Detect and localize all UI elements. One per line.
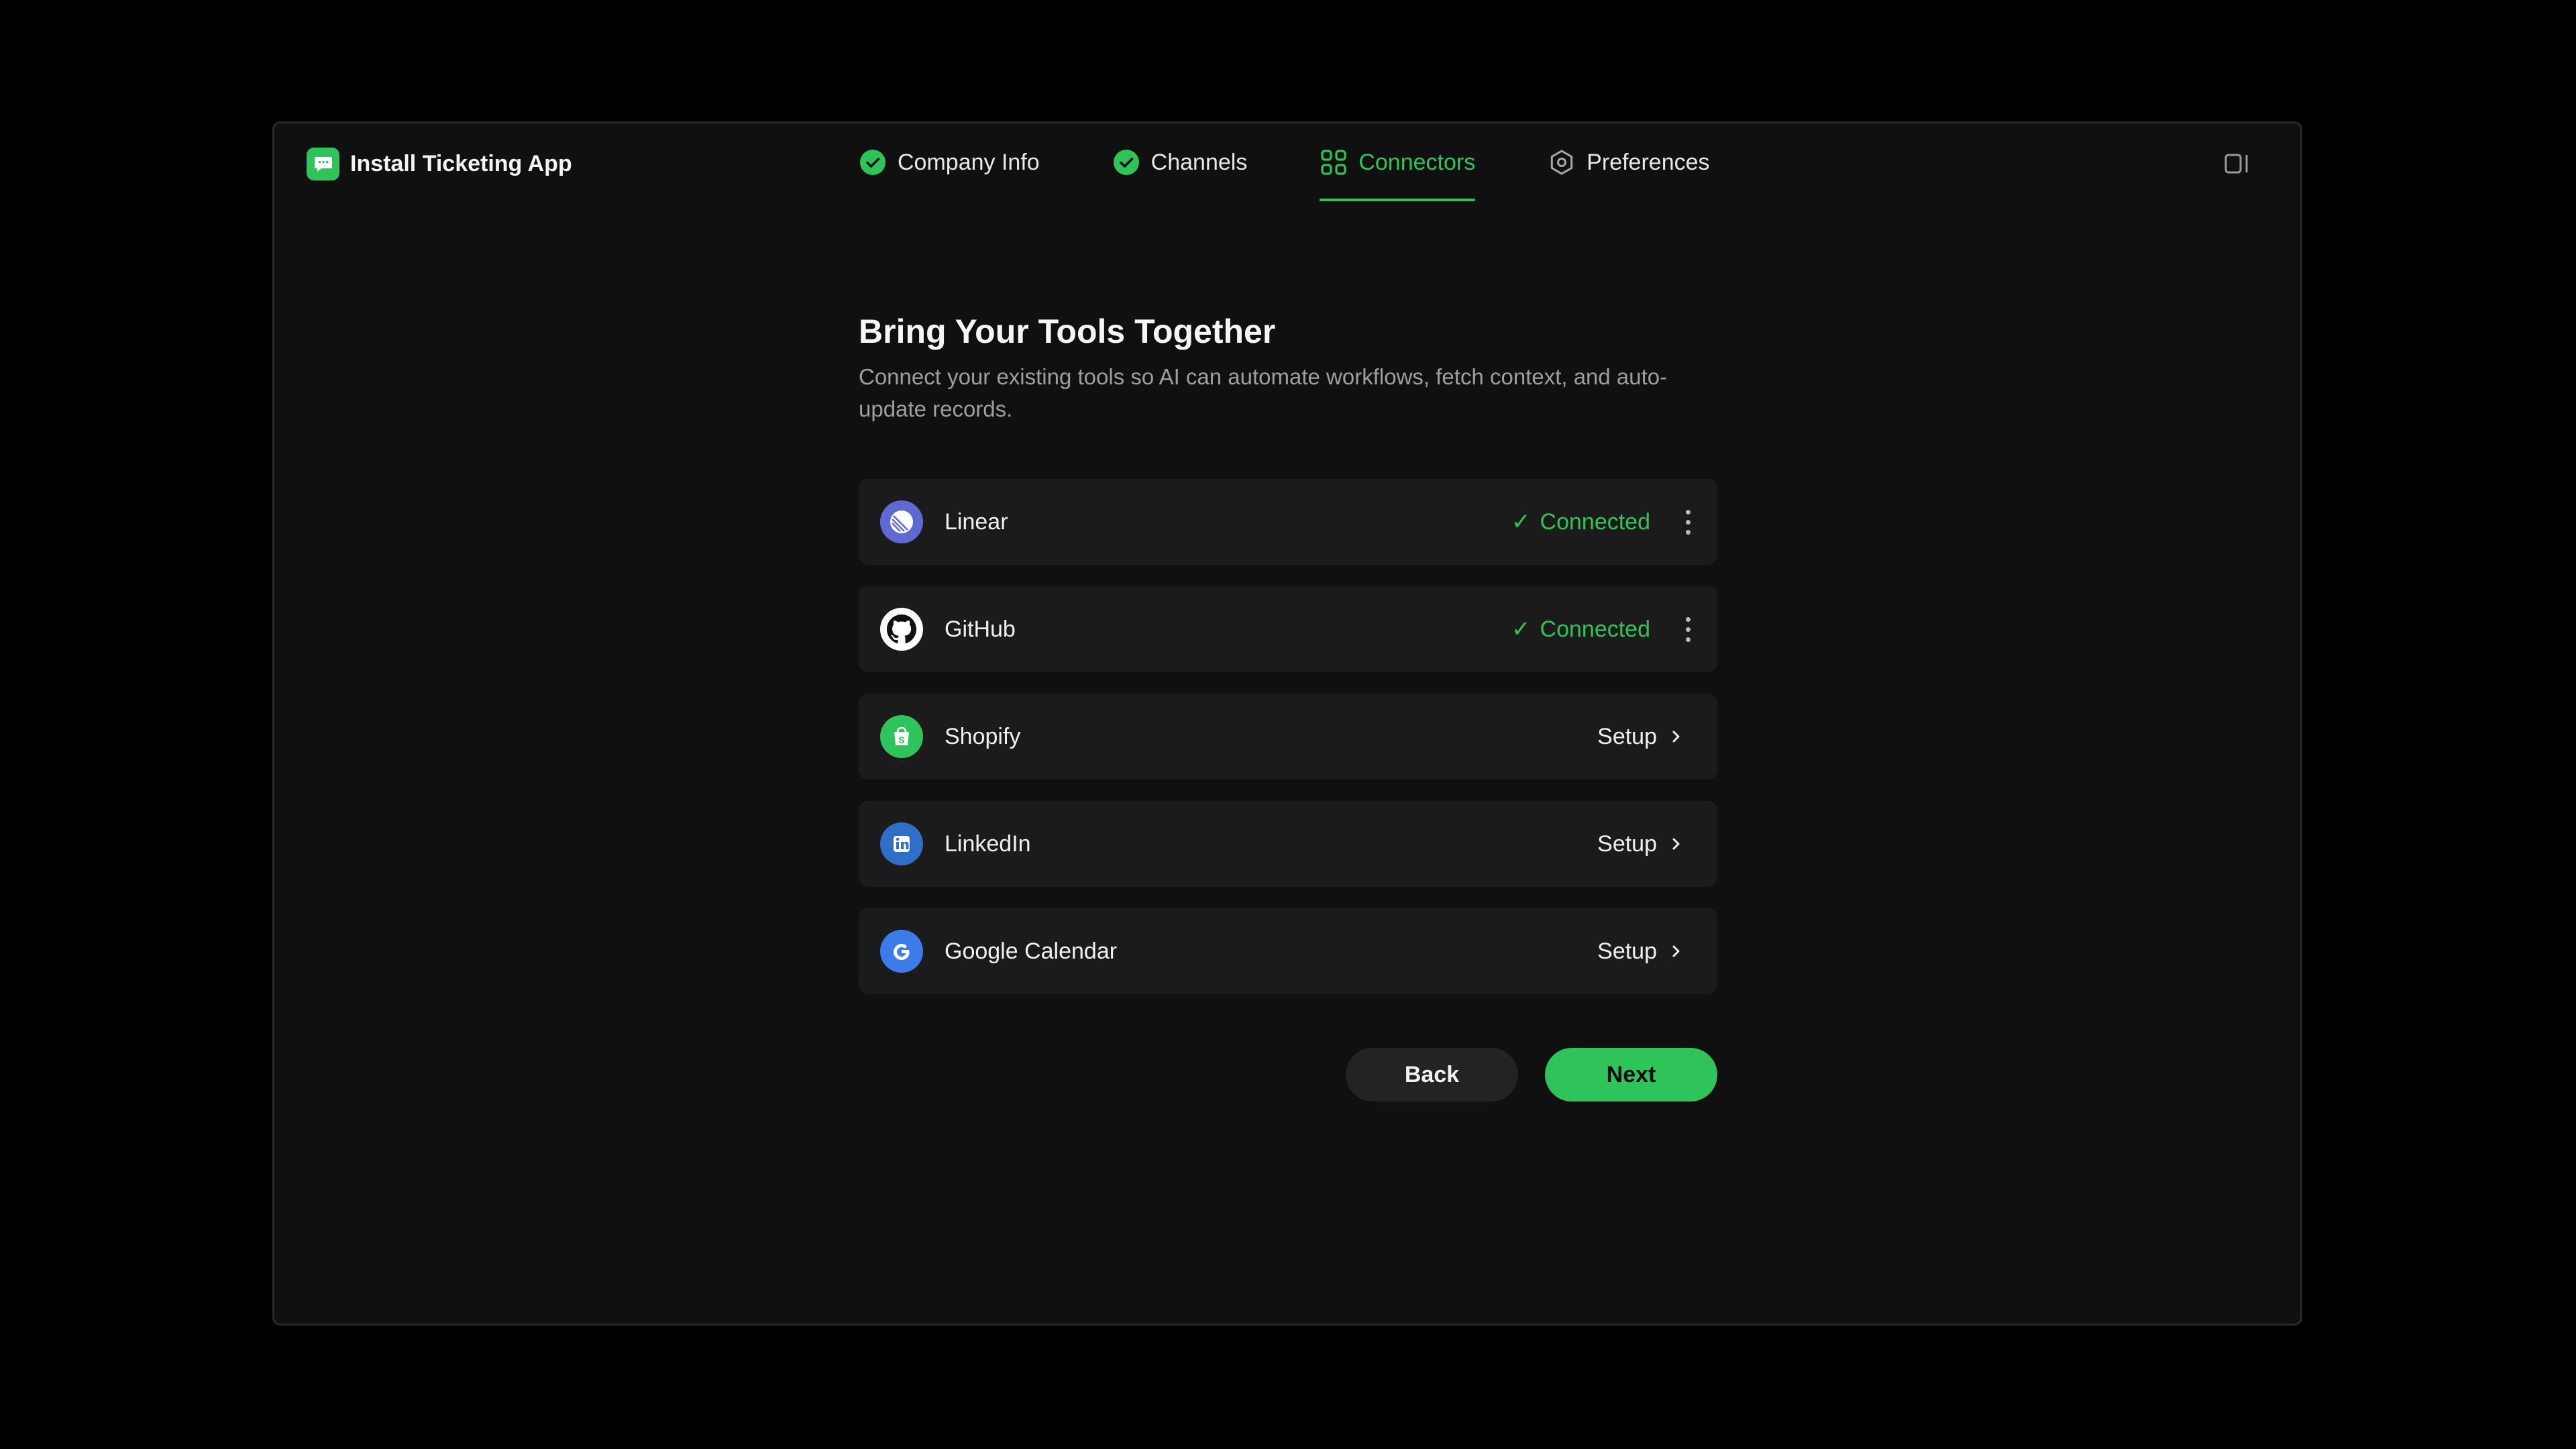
- connected-status: ✓ Connected: [1511, 616, 1650, 643]
- connector-row-google-calendar: Google Calendar Setup: [859, 908, 1717, 994]
- app-title: Install Ticketing App: [350, 151, 572, 176]
- step-preferences[interactable]: Preferences: [1548, 123, 1710, 201]
- page-title: Bring Your Tools Together: [859, 313, 1276, 350]
- status-label: Connected: [1540, 508, 1650, 535]
- setup-label: Setup: [1597, 938, 1657, 964]
- connector-name: LinkedIn: [945, 830, 1031, 857]
- svg-text:S: S: [898, 735, 904, 745]
- connector-name: GitHub: [945, 616, 1016, 642]
- wizard-steps: Company Info Channels Connectors Prefere…: [859, 123, 1710, 201]
- hexagon-settings-icon: [1548, 148, 1576, 176]
- setup-button[interactable]: Setup: [1597, 938, 1682, 965]
- install-wizard-window: Install Ticketing App Company Info Chann…: [272, 121, 2302, 1326]
- github-icon: [880, 608, 923, 651]
- checkmark-icon: ✓: [1511, 616, 1531, 642]
- connector-row-shopify: S Shopify Setup: [859, 694, 1717, 780]
- check-circle-icon: [1112, 148, 1140, 176]
- grid-icon: [1320, 148, 1348, 176]
- step-label: Connectors: [1358, 149, 1476, 175]
- sidebar-panel-icon[interactable]: [2223, 150, 2250, 177]
- step-label: Channels: [1150, 149, 1248, 175]
- back-button[interactable]: Back: [1346, 1048, 1518, 1102]
- connectors-content: Bring Your Tools Together Connect your e…: [859, 311, 1717, 1102]
- connector-list: Linear ✓ Connected GitHub ✓ Connected S …: [859, 479, 1717, 994]
- step-connectors[interactable]: Connectors: [1320, 123, 1475, 201]
- step-label: Company Info: [898, 149, 1040, 175]
- more-options-icon[interactable]: [1680, 502, 1696, 542]
- step-label: Preferences: [1587, 149, 1710, 175]
- step-channels[interactable]: Channels: [1112, 123, 1248, 201]
- checkmark-icon: ✓: [1511, 509, 1531, 535]
- chevron-right-icon: [1672, 945, 1680, 957]
- connector-name: Linear: [945, 508, 1008, 535]
- setup-button[interactable]: Setup: [1597, 724, 1682, 750]
- chevron-right-icon: [1672, 838, 1680, 850]
- next-button[interactable]: Next: [1545, 1048, 1717, 1102]
- connector-row-linear: Linear ✓ Connected: [859, 479, 1717, 565]
- wizard-actions: Back Next: [859, 1048, 1717, 1102]
- chat-bubble-icon: [307, 148, 339, 180]
- google-icon: [880, 930, 923, 973]
- connector-name: Shopify: [945, 723, 1021, 749]
- page-subtitle: Connect your existing tools so AI can au…: [859, 364, 1668, 421]
- connector-row-github: GitHub ✓ Connected: [859, 586, 1717, 672]
- connector-row-linkedin: LinkedIn Setup: [859, 801, 1717, 887]
- linkedin-icon: [880, 822, 923, 865]
- app-title-area: Install Ticketing App: [307, 148, 572, 180]
- status-label: Connected: [1540, 616, 1650, 642]
- check-circle-icon: [859, 148, 887, 176]
- shopify-icon: S: [880, 715, 923, 758]
- more-options-icon[interactable]: [1680, 609, 1696, 649]
- step-company-info[interactable]: Company Info: [859, 123, 1040, 201]
- setup-button[interactable]: Setup: [1597, 831, 1682, 857]
- connected-status: ✓ Connected: [1511, 508, 1650, 535]
- chevron-right-icon: [1672, 731, 1680, 743]
- setup-label: Setup: [1597, 723, 1657, 749]
- setup-label: Setup: [1597, 830, 1657, 857]
- linear-icon: [880, 500, 923, 543]
- connector-name: Google Calendar: [945, 938, 1118, 964]
